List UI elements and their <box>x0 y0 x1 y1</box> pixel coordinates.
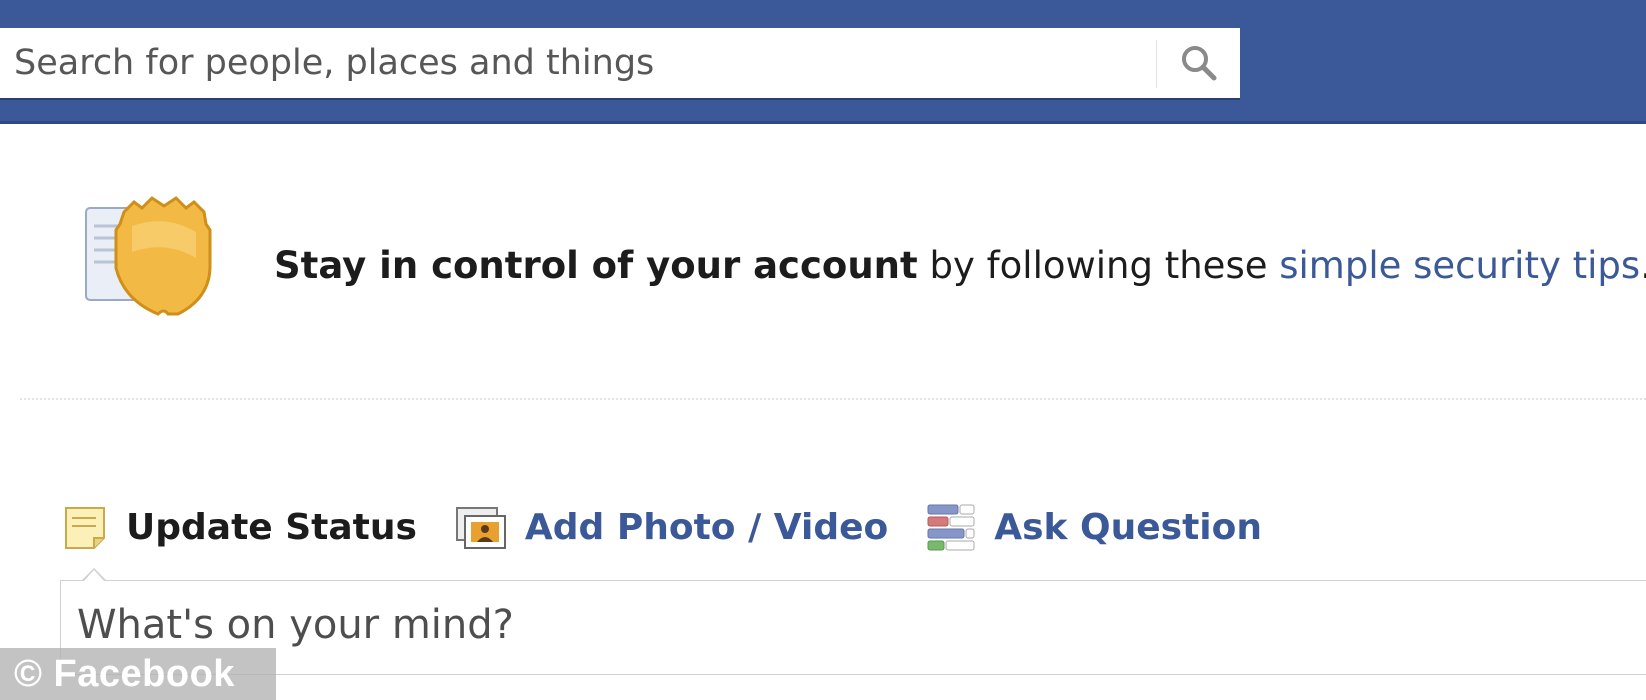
security-shield-icon <box>84 196 230 326</box>
search-box <box>0 28 1240 100</box>
top-bar <box>0 0 1646 124</box>
composer-box <box>60 580 1646 675</box>
question-poll-icon <box>926 503 976 551</box>
note-icon <box>64 504 108 550</box>
section-divider <box>20 398 1646 400</box>
composer-caret-inner <box>84 570 104 581</box>
watermark: © Facebook <box>0 648 276 700</box>
tab-update-status[interactable]: Update Status <box>64 504 417 550</box>
security-notice-text: Stay in control of your account by follo… <box>274 244 1646 287</box>
search-input[interactable] <box>14 28 1144 98</box>
tab-ask-question-label: Ask Question <box>994 506 1262 548</box>
watermark-text: © Facebook <box>14 652 235 695</box>
notice-bold-text: Stay in control of your account <box>274 244 918 287</box>
tab-update-status-label: Update Status <box>126 506 417 548</box>
security-notice: Stay in control of your account by follo… <box>84 196 1646 326</box>
composer-tabs: Update Status Add Photo / Video Ask Ques… <box>64 497 1300 557</box>
tab-add-photo-video[interactable]: Add Photo / Video <box>455 504 888 550</box>
status-input[interactable] <box>77 591 1577 659</box>
search-icon <box>1181 46 1216 81</box>
search-button[interactable] <box>1157 28 1240 98</box>
tab-ask-question[interactable]: Ask Question <box>926 503 1262 551</box>
photo-icon <box>455 504 507 550</box>
tab-add-photo-video-label: Add Photo / Video <box>524 506 889 548</box>
security-tips-link[interactable]: simple security tips <box>1279 244 1640 287</box>
notice-period: . <box>1640 244 1646 287</box>
notice-plain-text: by following these <box>917 244 1280 287</box>
